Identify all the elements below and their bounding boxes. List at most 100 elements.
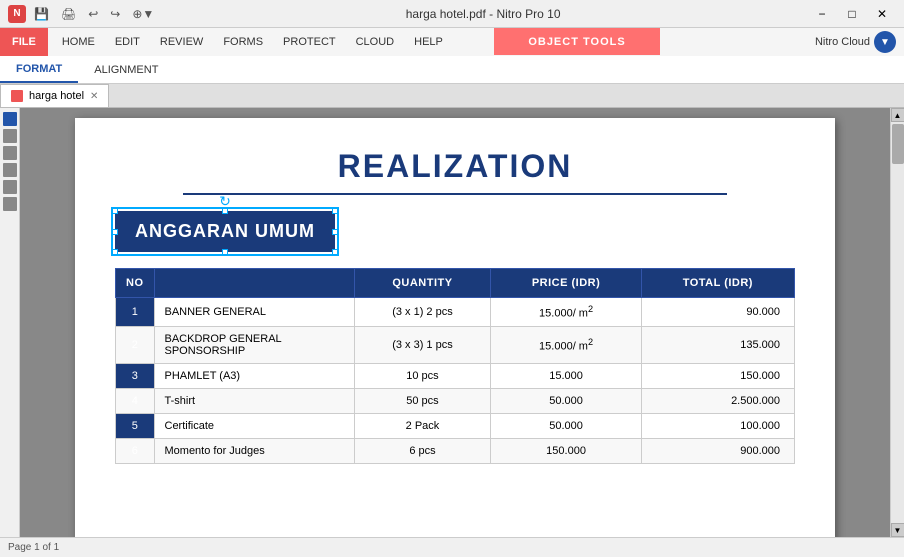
tab-forms[interactable]: FORMS [213, 28, 273, 56]
tab-alignment[interactable]: ALIGNMENT [78, 56, 174, 83]
row3-qty: 10 pcs [354, 363, 491, 388]
row2-qty: (3 x 3) 1 pcs [354, 326, 491, 363]
col-header-total: TOTAL (IDR) [641, 269, 794, 298]
rotate-handle[interactable]: ↻ [219, 193, 231, 210]
row1-price: 15.000/ m2 [491, 298, 641, 327]
scroll-up-btn[interactable]: ▲ [891, 108, 904, 122]
nitro-cloud-text: Nitro Cloud [815, 36, 870, 48]
object-tools-tab[interactable]: OBJECT TOOLS [494, 28, 660, 55]
scroll-thumb[interactable] [892, 124, 904, 164]
row1-no: 1 [116, 298, 155, 327]
row5-qty: 2 Pack [354, 413, 491, 438]
anggaran-umum-text: ANGGARAN UMUM [135, 221, 315, 241]
user-avatar[interactable]: ▼ [874, 31, 896, 53]
anggaran-umum-wrapper[interactable]: ↻ ANGGARAN UMUM [115, 211, 335, 252]
row6-total: 900.000 [641, 438, 794, 463]
doc-tab-harga-hotel[interactable]: harga hotel ✕ [0, 84, 109, 107]
table-row: 6 Momento for Judges 6 pcs 150.000 900.0… [116, 438, 795, 463]
row1-qty: (3 x 1) 2 pcs [354, 298, 491, 327]
tab-format[interactable]: FORMAT [0, 56, 78, 83]
app-logo: N [8, 5, 26, 23]
title-bar-left: N 💾 🖨 ↩ ↪ ⊕▼ [8, 5, 158, 23]
row5-no: 5 [116, 413, 155, 438]
tab-home[interactable]: HOME [52, 28, 105, 56]
pdf-file-icon [11, 90, 23, 102]
col-header-price: PRICE (IDR) [491, 269, 641, 298]
status-bar: Page 1 of 1 [0, 537, 904, 557]
row6-qty: 6 pcs [354, 438, 491, 463]
row4-qty: 50 pcs [354, 388, 491, 413]
quick-save-btn[interactable]: 💾 [30, 5, 53, 23]
ribbon-tabs: HOME EDIT REVIEW FORMS PROTECT CLOUD HEL… [52, 28, 453, 56]
tab-cloud[interactable]: CLOUD [346, 28, 405, 56]
window-title: harga hotel.pdf - Nitro Pro 10 [158, 7, 808, 21]
row4-price: 50.000 [491, 388, 641, 413]
quick-redo-btn[interactable]: ↪ [106, 5, 124, 23]
row5-total: 100.000 [641, 413, 794, 438]
table-row: 3 PHAMLET (A3) 10 pcs 15.000 150.000 [116, 363, 795, 388]
realization-title: REALIZATION [115, 148, 795, 185]
col-header-quantity: QUANTITY [354, 269, 491, 298]
row3-price: 15.000 [491, 363, 641, 388]
quick-undo-btn[interactable]: ↩ [84, 5, 102, 23]
row6-price: 150.000 [491, 438, 641, 463]
table-row: 5 Certificate 2 Pack 50.000 100.000 [116, 413, 795, 438]
minimize-btn[interactable]: − [808, 4, 836, 24]
sidebar-icon-3[interactable] [3, 146, 17, 160]
title-underline [183, 193, 727, 195]
row5-price: 50.000 [491, 413, 641, 438]
vertical-scrollbar: ▲ ▼ [890, 108, 904, 537]
main-area: REALIZATION ↻ ANGGARAN UMUM [0, 108, 904, 537]
close-btn[interactable]: ✕ [868, 4, 896, 24]
tab-edit[interactable]: EDIT [105, 28, 150, 56]
row1-item: BANNER GENERAL [154, 298, 354, 327]
row6-item: Momento for Judges [154, 438, 354, 463]
sidebar-icon-1[interactable] [3, 112, 17, 126]
row3-item: PHAMLET (A3) [154, 363, 354, 388]
data-table: NO QUANTITY PRICE (IDR) TOTAL (IDR) 1 BA… [115, 268, 795, 464]
ribbon: OBJECT TOOLS FILE HOME EDIT REVIEW FORMS… [0, 28, 904, 84]
object-tools-label: OBJECT TOOLS [528, 36, 625, 48]
quick-print-btn[interactable]: 🖨 [57, 5, 80, 23]
ribbon-bottom-row: FORMAT ALIGNMENT [0, 56, 904, 84]
tab-protect[interactable]: PROTECT [273, 28, 346, 56]
row4-total: 2.500.000 [641, 388, 794, 413]
left-sidebar [0, 108, 20, 537]
pdf-area: REALIZATION ↻ ANGGARAN UMUM [20, 108, 890, 537]
restore-btn[interactable]: □ [838, 4, 866, 24]
ribbon-top-row: FILE HOME EDIT REVIEW FORMS PROTECT CLOU… [0, 28, 904, 56]
col-header-item [154, 269, 354, 298]
anggaran-umum-box[interactable]: ANGGARAN UMUM [115, 211, 335, 252]
row1-total: 90.000 [641, 298, 794, 327]
quick-tools-btn[interactable]: ⊕▼ [128, 5, 158, 23]
row2-total: 135.000 [641, 326, 794, 363]
table-row: 4 T-shirt 50 pcs 50.000 2.500.000 [116, 388, 795, 413]
row2-no: 2 [116, 326, 155, 363]
status-text: Page 1 of 1 [8, 542, 59, 553]
row2-price: 15.000/ m2 [491, 326, 641, 363]
file-btn[interactable]: FILE [0, 28, 48, 56]
window-controls: − □ ✕ [808, 4, 896, 24]
doc-tabs-bar: harga hotel ✕ [0, 84, 904, 108]
row2-item: BACKDROP GENERAL SPONSORSHIP [154, 326, 354, 363]
sidebar-icon-2[interactable] [3, 129, 17, 143]
col-header-no: NO [116, 269, 155, 298]
sidebar-icon-4[interactable] [3, 163, 17, 177]
nitro-cloud-label: Nitro Cloud ▼ [815, 31, 896, 53]
tab-help[interactable]: HELP [404, 28, 453, 56]
row3-no: 3 [116, 363, 155, 388]
doc-tab-title: harga hotel [29, 90, 84, 102]
title-bar: N 💾 🖨 ↩ ↪ ⊕▼ harga hotel.pdf - Nitro Pro… [0, 0, 904, 28]
sidebar-icon-5[interactable] [3, 180, 17, 194]
scroll-down-btn[interactable]: ▼ [891, 523, 904, 537]
row4-no: 4 [116, 388, 155, 413]
doc-tab-close-btn[interactable]: ✕ [90, 91, 98, 102]
table-row: 2 BACKDROP GENERAL SPONSORSHIP (3 x 3) 1… [116, 326, 795, 363]
row3-total: 150.000 [641, 363, 794, 388]
tab-review[interactable]: REVIEW [150, 28, 213, 56]
row5-item: Certificate [154, 413, 354, 438]
table-row: 1 BANNER GENERAL (3 x 1) 2 pcs 15.000/ m… [116, 298, 795, 327]
sidebar-icon-6[interactable] [3, 197, 17, 211]
row6-no: 6 [116, 438, 155, 463]
title-bar-right: − □ ✕ [808, 4, 896, 24]
